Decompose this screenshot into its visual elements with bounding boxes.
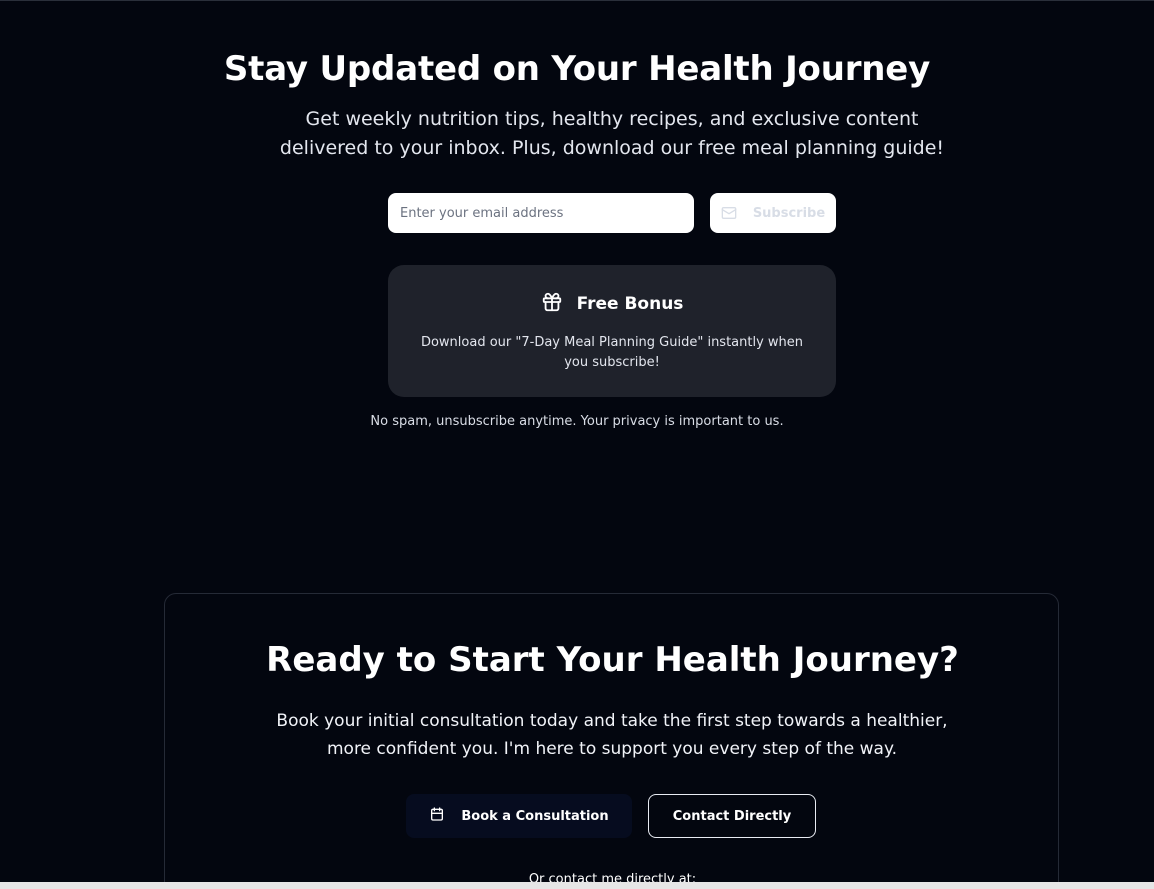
horizontal-scrollbar[interactable] xyxy=(0,882,1154,889)
newsletter-title: Stay Updated on Your Health Journey xyxy=(223,49,931,89)
cta-title: Ready to Start Your Health Journey? xyxy=(266,640,959,680)
gift-icon xyxy=(541,291,563,317)
privacy-note: No spam, unsubscribe anytime. Your priva… xyxy=(370,414,784,429)
cta-subtitle: Book your initial consultation today and… xyxy=(276,711,948,759)
bonus-header: Free Bonus xyxy=(388,291,836,317)
book-consultation-button[interactable]: Book a Consultation xyxy=(406,794,632,838)
free-bonus-card: Free Bonus Download our "7-Day Meal Plan… xyxy=(388,265,836,397)
subscribe-label: Subscribe xyxy=(752,205,826,221)
newsletter-subtitle: Get weekly nutrition tips, healthy recip… xyxy=(279,108,945,159)
cta-card: Ready to Start Your Health Journey? Book… xyxy=(164,593,1059,889)
email-input[interactable] xyxy=(388,193,694,233)
top-divider xyxy=(0,0,1154,1)
page: Stay Updated on Your Health Journey Get … xyxy=(0,0,1154,889)
calendar-icon xyxy=(429,806,445,826)
subscribe-button[interactable]: Subscribe xyxy=(710,193,836,233)
book-consultation-label: Book a Consultation xyxy=(461,808,609,824)
mail-icon xyxy=(721,205,737,221)
bonus-description: Download our "7-Day Meal Planning Guide"… xyxy=(420,335,804,370)
contact-directly-button[interactable]: Contact Directly xyxy=(648,794,816,838)
bonus-title: Free Bonus xyxy=(576,294,684,314)
